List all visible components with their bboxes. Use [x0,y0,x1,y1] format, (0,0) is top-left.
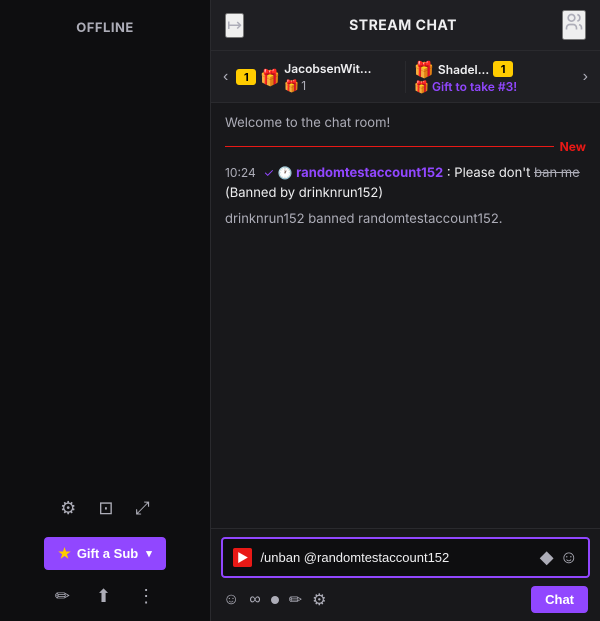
system-message: drinknrun152 banned randomtestaccount152… [225,211,586,227]
gift-icon-1: 🎁 [260,67,280,87]
gift-count-1: 🎁 1 [284,78,371,93]
gift-prev-button[interactable]: ‹ [219,64,232,90]
back-button[interactable]: ↦ [225,13,244,38]
gift-next-button[interactable]: › [579,64,592,90]
bottom-icons-row: ⚙ ⊡ ⤢ [56,494,154,523]
pencil-icon: ✏ [55,586,70,607]
emoji-icon: ☺ [560,547,578,567]
chat-input-box[interactable]: ▶ ◆ ☺ [221,537,590,578]
chat-settings-icon: ⚙ [312,592,326,609]
chat-messages: Welcome to the chat room! New 10:24 ✓ 🕐 … [211,103,600,528]
gift-username-2: Shadel... [438,62,489,77]
gift-badge-1: 1 [236,69,256,85]
users-icon-btn[interactable] [562,10,586,40]
gift-notification-bar: ‹ 1 🎁 JacobsenWit... 🎁 1 🎁 Shadel... 1 🎁 [211,51,600,103]
gift-username-1: JacobsenWit... [284,61,371,76]
chat-settings-icon-btn[interactable]: ⚙ [312,590,326,610]
expand-icon: ⤢ [135,498,149,519]
chat-input-area: ▶ ◆ ☺ ☺ ∞ ✏ [211,528,600,621]
footer-left-icons: ☺ ∞ ✏ ⚙ [223,590,327,610]
bottom-actions: ✏ ⬆ ⋮ [51,582,159,611]
pencil-icon-btn[interactable]: ✏ [51,582,74,611]
msg-clock-icon: 🕐 [278,165,296,180]
chevron-right-icon: › [583,68,588,85]
face-icon: ☺ [223,591,239,608]
face-icon-btn[interactable]: ☺ [223,591,239,609]
chat-panel: ↦ STREAM CHAT ‹ 1 🎁 JacobsenWit... [210,0,600,621]
pencil-edit-icon-btn[interactable]: ✏ [289,590,302,610]
layout-icon-btn[interactable]: ⊡ [94,494,117,523]
more-icon-btn[interactable]: ⋮ [133,582,159,611]
stream-chat-title: STREAM CHAT [244,17,562,34]
gift-item-1: 1 🎁 JacobsenWit... 🎁 1 [236,61,397,93]
gift-item-2: 🎁 Shadel... 1 🎁 Gift to take #3! [414,59,575,94]
welcome-message: Welcome to the chat room! [225,115,586,131]
settings-icon-btn[interactable]: ⚙ [56,494,80,523]
gift-badge-2: 1 [493,61,513,77]
new-label: New [560,139,586,154]
msg-text-strikethrough: ban me [534,165,580,181]
chat-input-actions: ◆ ☺ [540,547,578,568]
upload-icon: ⬆ [96,586,111,607]
star-icon: ★ [58,545,71,562]
gift-sub-button[interactable]: ★ Gift a Sub ▾ [44,537,165,570]
expand-icon-btn[interactable]: ⤢ [131,494,153,523]
layout-icon: ⊡ [98,498,113,519]
msg-text-prefix: : Please don't [447,165,534,181]
more-icon: ⋮ [137,586,155,607]
infinite-icon: ∞ [249,591,260,608]
settings-icon: ⚙ [60,498,76,519]
chevron-down-icon: ▾ [146,547,152,560]
divider-line [225,146,554,147]
chat-send-button[interactable]: Chat [531,586,588,613]
new-messages-divider: New [225,139,586,154]
gift-take-icon: 🎁 [414,79,429,94]
msg-check-icon: ✓ [263,165,274,180]
bookmark-icon: ◆ [540,547,554,567]
chat-header: ↦ STREAM CHAT [211,0,600,51]
users-icon [564,15,584,37]
msg-username: randomtestaccount152 [296,165,443,181]
back-icon: ↦ [227,15,242,36]
chevron-left-icon: ‹ [223,68,228,85]
left-panel: OFFLINE ⚙ ⊡ ⤢ ★ Gift a Sub ▾ ✏ ⬆ ⋮ [0,0,210,621]
gift-icon-2: 🎁 [414,59,434,79]
cursor-indicator [271,596,279,604]
upload-icon-btn[interactable]: ⬆ [92,582,115,611]
gift-icon-small-1: 🎁 [284,78,299,93]
chat-message-1: 10:24 ✓ 🕐 randomtestaccount152 : Please … [225,164,586,203]
msg-banned-by: (Banned by drinknrun152) [225,185,383,201]
offline-label: OFFLINE [76,20,134,36]
msg-time: 10:24 [225,165,256,180]
chat-footer: ☺ ∞ ✏ ⚙ Chat [221,586,590,613]
emoji-icon-btn[interactable]: ☺ [560,547,578,568]
video-camera-icon: ▶ [233,548,252,567]
gift-take-label: 🎁 Gift to take #3! [414,79,517,94]
bookmark-icon-btn[interactable]: ◆ [540,547,554,568]
gift-sub-label: Gift a Sub [77,546,138,561]
gift-divider [405,61,406,93]
infinite-icon-btn[interactable]: ∞ [249,591,260,609]
chat-input[interactable] [260,550,531,565]
pencil-edit-icon: ✏ [289,592,302,609]
